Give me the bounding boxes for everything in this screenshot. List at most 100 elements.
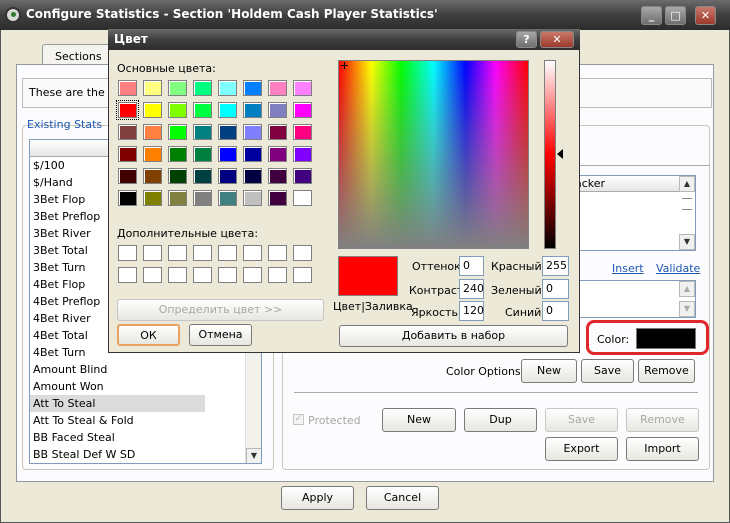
custom-color-swatch[interactable] <box>168 245 187 261</box>
export-button[interactable]: Export <box>545 437 618 461</box>
custom-color-swatch[interactable] <box>193 245 212 261</box>
basic-color-swatch[interactable] <box>243 168 262 184</box>
ok-button[interactable]: ОК <box>117 324 180 346</box>
define-color-button[interactable]: Определить цвет >> <box>117 299 324 321</box>
basic-color-swatch[interactable] <box>243 146 262 162</box>
validate-link[interactable]: Validate <box>656 262 700 275</box>
basic-color-swatch[interactable] <box>293 80 312 96</box>
basic-color-swatch[interactable] <box>293 190 312 206</box>
basic-color-swatch[interactable] <box>218 80 237 96</box>
stat-save-button[interactable]: Save <box>545 408 618 432</box>
green-input[interactable]: 0 <box>542 279 569 299</box>
basic-color-swatch[interactable] <box>243 190 262 206</box>
saturation-input[interactable]: 240 <box>459 279 484 299</box>
basic-color-swatch[interactable] <box>143 146 162 162</box>
luminance-arrow-icon[interactable] <box>557 149 563 159</box>
color-save-button[interactable]: Save <box>581 359 634 383</box>
basic-color-swatch[interactable] <box>243 124 262 140</box>
basic-color-swatch[interactable] <box>118 146 137 162</box>
basic-color-swatch[interactable] <box>218 124 237 140</box>
hue-input[interactable]: 0 <box>459 256 484 276</box>
basic-color-swatch[interactable] <box>268 190 287 206</box>
basic-color-swatch[interactable] <box>143 102 162 118</box>
color-spectrum[interactable] <box>338 60 529 249</box>
scroll-down-icon[interactable]: ▼ <box>679 301 695 317</box>
basic-color-swatch[interactable] <box>143 168 162 184</box>
basic-color-swatch[interactable] <box>118 124 137 140</box>
basic-color-swatch[interactable] <box>168 168 187 184</box>
custom-color-swatch[interactable] <box>268 245 287 261</box>
basic-color-swatch[interactable] <box>168 102 187 118</box>
custom-color-swatch[interactable] <box>293 267 312 283</box>
insert-link[interactable]: Insert <box>612 262 644 275</box>
import-button[interactable]: Import <box>626 437 699 461</box>
basic-color-swatch[interactable] <box>293 168 312 184</box>
basic-color-swatch[interactable] <box>193 102 212 118</box>
basic-color-swatch[interactable] <box>168 80 187 96</box>
maximize-button[interactable]: □ <box>665 6 686 25</box>
stat-new-button[interactable]: New <box>382 408 456 432</box>
basic-color-swatch[interactable] <box>193 146 212 162</box>
dialog-cancel-button[interactable]: Отмена <box>189 324 252 346</box>
custom-color-swatch[interactable] <box>268 267 287 283</box>
basic-color-swatch[interactable] <box>293 146 312 162</box>
custom-color-swatch[interactable] <box>243 245 262 261</box>
cancel-button[interactable]: Cancel <box>366 486 439 510</box>
scroll-thumb[interactable] <box>682 198 692 210</box>
basic-color-swatch[interactable] <box>218 168 237 184</box>
list-item[interactable]: Att To Steal <box>30 395 205 412</box>
basic-color-swatch[interactable] <box>268 80 287 96</box>
list-item[interactable]: Att To Steal & Fold <box>30 412 261 429</box>
custom-color-swatch[interactable] <box>193 267 212 283</box>
scroll-down-icon[interactable]: ▼ <box>679 234 695 250</box>
basic-color-swatch[interactable] <box>268 102 287 118</box>
list-item[interactable]: Amount Blind <box>30 361 261 378</box>
custom-color-swatch[interactable] <box>243 267 262 283</box>
protected-checkbox[interactable]: ✓ <box>293 414 304 425</box>
minimize-button[interactable]: _ <box>641 6 662 25</box>
expression-field[interactable]: ▲ ▼ <box>570 280 696 318</box>
custom-color-swatch[interactable] <box>168 267 187 283</box>
basic-color-swatch[interactable] <box>118 190 137 206</box>
basic-color-swatch[interactable] <box>168 146 187 162</box>
close-button[interactable]: ✕ <box>695 6 716 25</box>
basic-color-swatch[interactable] <box>143 190 162 206</box>
scroll-up-icon[interactable]: ▲ <box>679 176 695 192</box>
basic-color-swatch[interactable] <box>193 80 212 96</box>
custom-color-swatch[interactable] <box>143 245 162 261</box>
custom-color-swatch[interactable] <box>118 267 137 283</box>
close-icon[interactable]: ✕ <box>540 31 574 48</box>
add-to-custom-colors-button[interactable]: Добавить в набор <box>339 325 568 347</box>
basic-color-swatch[interactable] <box>293 102 312 118</box>
color-remove-button[interactable]: Remove <box>638 359 695 383</box>
custom-color-swatch[interactable] <box>293 245 312 261</box>
list-item[interactable]: BB Faced Steal <box>30 429 261 446</box>
basic-color-swatch[interactable] <box>293 124 312 140</box>
list-item[interactable]: BB Steal Def W SD <box>30 446 261 463</box>
list-item[interactable]: Amount Won <box>30 378 261 395</box>
basic-color-swatch[interactable] <box>268 124 287 140</box>
variables-column-header[interactable]: acker <box>571 176 695 192</box>
basic-color-swatch[interactable] <box>243 102 262 118</box>
basic-color-swatch[interactable] <box>118 168 137 184</box>
help-icon[interactable]: ? <box>516 31 537 48</box>
luminance-input[interactable]: 120 <box>459 301 484 321</box>
basic-color-swatch[interactable] <box>218 190 237 206</box>
basic-color-swatch[interactable] <box>143 80 162 96</box>
basic-color-swatch[interactable] <box>118 80 137 96</box>
basic-color-swatch[interactable] <box>193 190 212 206</box>
luminance-slider[interactable] <box>544 60 556 249</box>
red-input[interactable]: 255 <box>542 256 569 276</box>
dup-button[interactable]: Dup <box>464 408 537 432</box>
basic-color-swatch[interactable] <box>218 102 237 118</box>
blue-input[interactable]: 0 <box>542 301 569 321</box>
stat-remove-button[interactable]: Remove <box>626 408 699 432</box>
basic-color-swatch[interactable] <box>168 124 187 140</box>
scroll-up-icon[interactable]: ▲ <box>679 281 695 297</box>
custom-color-swatch[interactable] <box>143 267 162 283</box>
custom-color-swatch[interactable] <box>218 267 237 283</box>
basic-color-swatch[interactable] <box>168 190 187 206</box>
variables-list[interactable]: acker ▲ ▼ <box>570 175 696 251</box>
basic-color-swatch[interactable] <box>268 168 287 184</box>
basic-color-swatch[interactable] <box>116 100 139 120</box>
